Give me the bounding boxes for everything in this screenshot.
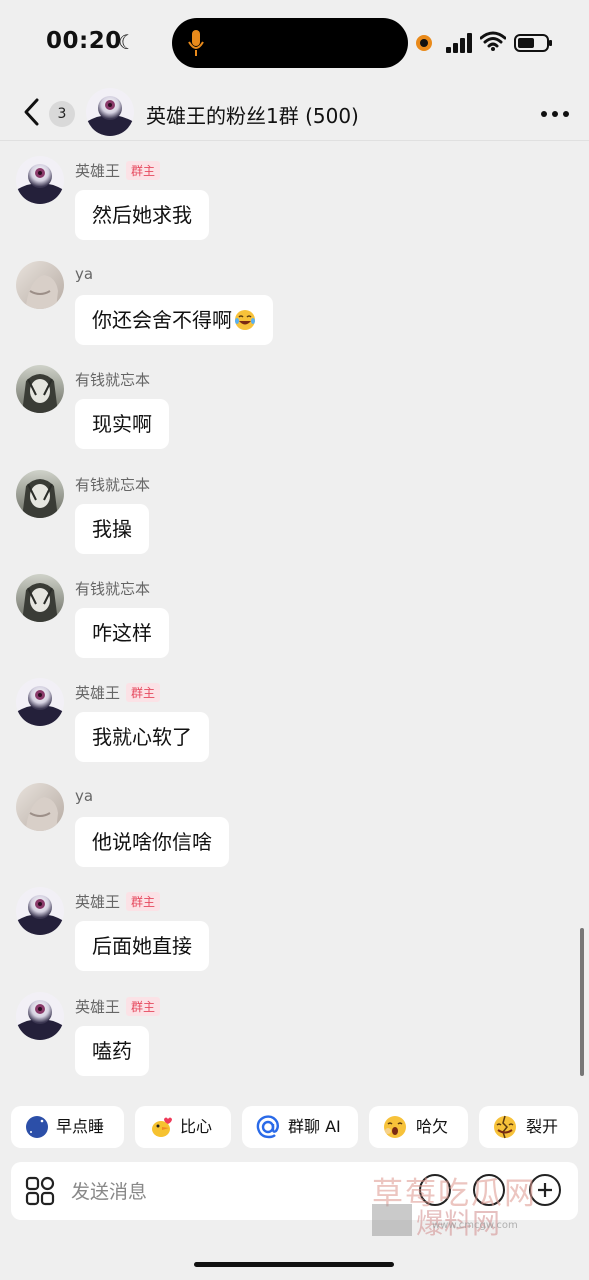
sender-name: 英雄王 群主 [75,996,161,1017]
sender-name: ya [75,787,94,805]
message-row: 英雄王 群主 然后她求我 [0,156,589,256]
recording-indicator-icon [416,35,432,51]
message-bubble[interactable]: 他说啥你信啥 [75,817,229,867]
message-bubble[interactable]: 然后她求我 [75,190,209,240]
group-owner-badge: 群主 [126,683,161,702]
message-bubble[interactable]: 我就心软了 [75,712,209,762]
group-owner-badge: 群主 [126,892,161,911]
sender-name: 英雄王 群主 [75,160,161,181]
message-bubble[interactable]: 现实啊 [75,399,169,449]
message-input-bar [11,1162,578,1220]
quick-action-yawn[interactable]: 哈欠 [369,1106,468,1148]
battery-icon [514,34,552,52]
more-options-icon[interactable] [540,110,570,118]
chip-label: 早点睡 [56,1117,105,1136]
message-bubble[interactable]: 我操 [75,504,149,554]
avatar[interactable] [16,887,64,935]
group-owner-badge: 群主 [126,997,161,1016]
chip-label: 比心 [180,1117,213,1136]
crying-laughing-emoji-icon [235,310,255,330]
moon-stars-icon [26,1116,48,1138]
status-time: 00:20 [46,28,122,54]
avatar[interactable] [16,261,64,309]
plus-icon [538,1183,552,1197]
message-bubble[interactable]: 嗑药 [75,1026,149,1076]
scrollbar[interactable] [580,928,584,1076]
home-indicator [194,1262,394,1267]
at-icon [256,1115,279,1139]
unread-count-badge: 3 [49,101,75,127]
watermark-url: www.cmcgw.com [432,1220,518,1231]
avatar[interactable] [16,678,64,726]
avatar[interactable] [16,470,64,518]
avatar[interactable] [16,574,64,622]
wifi-icon [480,31,506,51]
avatar[interactable] [16,156,64,204]
dynamic-island [172,18,408,68]
quick-action-sleep[interactable]: 早点睡 [11,1106,124,1148]
avatar[interactable] [16,992,64,1040]
apps-grid-icon[interactable] [25,1176,55,1206]
chip-label: 哈欠 [416,1117,449,1136]
header-divider [0,140,589,141]
group-avatar[interactable] [86,88,134,136]
message-bubble[interactable]: 后面她直接 [75,921,209,971]
chat-header: 3 英雄王的粉丝1群 (500) [0,86,589,142]
duck-heart-icon [152,1117,172,1137]
emoji-button[interactable] [473,1174,505,1206]
avatar[interactable] [16,365,64,413]
quick-action-heart[interactable]: 比心 [135,1106,231,1148]
microphone-icon [188,30,204,56]
message-row: 有钱就忘本 咋这样 [0,574,589,674]
plus-button[interactable] [529,1174,561,1206]
message-row: ya 你还会舍不得啊 [0,261,589,361]
chip-label: 群聊 AI [288,1117,341,1136]
sender-name: 英雄王 群主 [75,682,161,703]
message-bubble[interactable]: 你还会舍不得啊 [75,295,273,345]
cracked-emoji-icon [494,1115,516,1139]
sender-name: 有钱就忘本 [75,580,151,598]
moon-icon: ☾ [118,30,136,54]
chat-title: 英雄王的粉丝1群 (500) [146,104,359,128]
yawn-emoji-icon [384,1116,406,1138]
message-row: 英雄王 群主 后面她直接 [0,887,589,987]
message-row: 英雄王 群主 嗑药 [0,992,589,1092]
message-row: 有钱就忘本 现实啊 [0,365,589,465]
status-bar: 00:20 ☾ [0,0,589,86]
message-bubble[interactable]: 咋这样 [75,608,169,658]
quick-action-group-ai[interactable]: 群聊 AI [242,1106,358,1148]
message-input[interactable] [69,1172,353,1212]
message-row: ya 他说啥你信啥 [0,783,589,883]
sender-name: 英雄王 群主 [75,891,161,912]
quick-action-crack[interactable]: 裂开 [479,1106,578,1148]
back-arrow-icon[interactable] [22,96,42,128]
sender-name: 有钱就忘本 [75,476,151,494]
sender-name: ya [75,265,94,283]
message-row: 英雄王 群主 我就心软了 [0,678,589,778]
avatar[interactable] [16,783,64,831]
cellular-signal-icon [446,33,472,53]
group-owner-badge: 群主 [126,161,161,180]
voice-button[interactable] [419,1174,451,1206]
chip-label: 裂开 [526,1117,559,1136]
message-row: 有钱就忘本 我操 [0,470,589,570]
sender-name: 有钱就忘本 [75,371,151,389]
